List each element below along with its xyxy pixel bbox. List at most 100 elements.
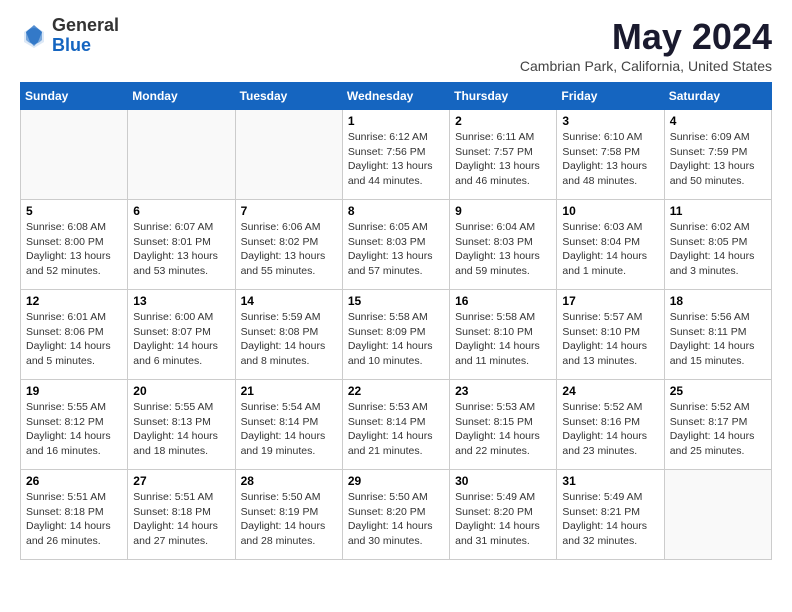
- day-number: 12: [26, 294, 122, 308]
- weekday-header: Wednesday: [342, 83, 449, 110]
- calendar-cell: 15Sunrise: 5:58 AM Sunset: 8:09 PM Dayli…: [342, 290, 449, 380]
- title-block: May 2024 Cambrian Park, California, Unit…: [520, 16, 772, 74]
- day-info: Sunrise: 6:09 AM Sunset: 7:59 PM Dayligh…: [670, 130, 766, 189]
- logo: General Blue: [20, 16, 119, 56]
- day-number: 16: [455, 294, 551, 308]
- day-info: Sunrise: 5:55 AM Sunset: 8:13 PM Dayligh…: [133, 400, 229, 459]
- day-number: 4: [670, 114, 766, 128]
- calendar-cell: 27Sunrise: 5:51 AM Sunset: 8:18 PM Dayli…: [128, 470, 235, 560]
- calendar-cell: 29 Sunrise: 5:50 AM Sunset: 8:20 PM Dayli…: [342, 470, 449, 560]
- calendar-week-row: 1Sunrise: 6:12 AM Sunset: 7:56 PM Daylig…: [21, 110, 772, 200]
- calendar-cell: 28Sunrise: 5:50 AM Sunset: 8:19 PM Dayli…: [235, 470, 342, 560]
- day-info: Sunrise: 5:56 AM Sunset: 8:11 PM Dayligh…: [670, 310, 766, 369]
- day-number: 9: [455, 204, 551, 218]
- calendar-week-row: 12 Sunrise: 6:01 AM Sunset: 8:06 PM Dayli…: [21, 290, 772, 380]
- day-number: 8: [348, 204, 444, 218]
- day-info: Sunrise: 6:03 AM Sunset: 8:04 PM Dayligh…: [562, 220, 658, 279]
- day-info: Sunrise: 5:52 AM Sunset: 8:16 PM Dayligh…: [562, 400, 658, 459]
- day-number: 24: [562, 384, 658, 398]
- calendar-cell: 16 Sunrise: 5:58 AM Sunset: 8:10 PM Dayli…: [450, 290, 557, 380]
- day-number: 14: [241, 294, 337, 308]
- calendar-week-row: 5Sunrise: 6:08 AM Sunset: 8:00 PM Daylig…: [21, 200, 772, 290]
- day-info: Sunrise: 5:52 AM Sunset: 8:17 PM Dayligh…: [670, 400, 766, 459]
- day-number: 23: [455, 384, 551, 398]
- day-number: 13: [133, 294, 229, 308]
- calendar-cell: 21Sunrise: 5:54 AM Sunset: 8:14 PM Dayli…: [235, 380, 342, 470]
- page-header: General Blue May 2024 Cambrian Park, Cal…: [20, 16, 772, 74]
- calendar-cell: 1Sunrise: 6:12 AM Sunset: 7:56 PM Daylig…: [342, 110, 449, 200]
- day-info: Sunrise: 5:55 AM Sunset: 8:12 PM Dayligh…: [26, 400, 122, 459]
- day-info: Sunrise: 5:50 AM Sunset: 8:20 PM Dayligh…: [348, 490, 444, 549]
- day-info: Sunrise: 5:51 AM Sunset: 8:18 PM Dayligh…: [26, 490, 122, 549]
- day-number: 10: [562, 204, 658, 218]
- calendar-cell: [664, 470, 771, 560]
- calendar-cell: 31 Sunrise: 5:49 AM Sunset: 8:21 PM Dayli…: [557, 470, 664, 560]
- day-info: Sunrise: 6:05 AM Sunset: 8:03 PM Dayligh…: [348, 220, 444, 279]
- day-info: Sunrise: 5:50 AM Sunset: 8:19 PM Dayligh…: [241, 490, 337, 549]
- calendar-cell: 18 Sunrise: 5:56 AM Sunset: 8:11 PM Dayli…: [664, 290, 771, 380]
- day-info: Sunrise: 5:53 AM Sunset: 8:14 PM Dayligh…: [348, 400, 444, 459]
- day-number: 20: [133, 384, 229, 398]
- day-info: Sunrise: 6:02 AM Sunset: 8:05 PM Dayligh…: [670, 220, 766, 279]
- calendar-week-row: 19 Sunrise: 5:55 AM Sunset: 8:12 PM Dayli…: [21, 380, 772, 470]
- calendar-cell: [128, 110, 235, 200]
- calendar-cell: 8 Sunrise: 6:05 AM Sunset: 8:03 PM Daylig…: [342, 200, 449, 290]
- day-number: 6: [133, 204, 229, 218]
- day-info: Sunrise: 5:54 AM Sunset: 8:14 PM Dayligh…: [241, 400, 337, 459]
- day-info: Sunrise: 6:11 AM Sunset: 7:57 PM Dayligh…: [455, 130, 551, 189]
- calendar-cell: 30 Sunrise: 5:49 AM Sunset: 8:20 PM Dayli…: [450, 470, 557, 560]
- day-info: Sunrise: 5:58 AM Sunset: 8:10 PM Dayligh…: [455, 310, 551, 369]
- day-info: Sunrise: 5:49 AM Sunset: 8:20 PM Dayligh…: [455, 490, 551, 549]
- calendar-week-row: 26 Sunrise: 5:51 AM Sunset: 8:18 PM Dayli…: [21, 470, 772, 560]
- day-number: 11: [670, 204, 766, 218]
- calendar-cell: 5Sunrise: 6:08 AM Sunset: 8:00 PM Daylig…: [21, 200, 128, 290]
- day-info: Sunrise: 6:00 AM Sunset: 8:07 PM Dayligh…: [133, 310, 229, 369]
- day-number: 5: [26, 204, 122, 218]
- day-number: 25: [670, 384, 766, 398]
- day-number: 2: [455, 114, 551, 128]
- day-number: 19: [26, 384, 122, 398]
- logo-general-text: General: [52, 15, 119, 35]
- calendar-cell: 2 Sunrise: 6:11 AM Sunset: 7:57 PM Daylig…: [450, 110, 557, 200]
- day-info: Sunrise: 6:12 AM Sunset: 7:56 PM Dayligh…: [348, 130, 444, 189]
- calendar-table: SundayMondayTuesdayWednesdayThursdayFrid…: [20, 82, 772, 560]
- day-info: Sunrise: 6:01 AM Sunset: 8:06 PM Dayligh…: [26, 310, 122, 369]
- calendar-cell: 22 Sunrise: 5:53 AM Sunset: 8:14 PM Dayli…: [342, 380, 449, 470]
- calendar-cell: 7 Sunrise: 6:06 AM Sunset: 8:02 PM Daylig…: [235, 200, 342, 290]
- day-number: 18: [670, 294, 766, 308]
- logo-icon: [20, 22, 48, 50]
- calendar-cell: 9 Sunrise: 6:04 AM Sunset: 8:03 PM Daylig…: [450, 200, 557, 290]
- day-info: Sunrise: 6:04 AM Sunset: 8:03 PM Dayligh…: [455, 220, 551, 279]
- calendar-cell: 23Sunrise: 5:53 AM Sunset: 8:15 PM Dayli…: [450, 380, 557, 470]
- weekday-header: Tuesday: [235, 83, 342, 110]
- day-info: Sunrise: 6:10 AM Sunset: 7:58 PM Dayligh…: [562, 130, 658, 189]
- calendar-cell: 20 Sunrise: 5:55 AM Sunset: 8:13 PM Dayli…: [128, 380, 235, 470]
- day-number: 31: [562, 474, 658, 488]
- logo-blue-text: Blue: [52, 35, 91, 55]
- month-title: May 2024: [520, 16, 772, 58]
- location-text: Cambrian Park, California, United States: [520, 58, 772, 74]
- day-info: Sunrise: 6:07 AM Sunset: 8:01 PM Dayligh…: [133, 220, 229, 279]
- calendar-cell: 12 Sunrise: 6:01 AM Sunset: 8:06 PM Dayli…: [21, 290, 128, 380]
- day-info: Sunrise: 5:59 AM Sunset: 8:08 PM Dayligh…: [241, 310, 337, 369]
- day-number: 3: [562, 114, 658, 128]
- day-number: 29: [348, 474, 444, 488]
- day-number: 26: [26, 474, 122, 488]
- day-info: Sunrise: 6:06 AM Sunset: 8:02 PM Dayligh…: [241, 220, 337, 279]
- day-number: 17: [562, 294, 658, 308]
- calendar-cell: 19 Sunrise: 5:55 AM Sunset: 8:12 PM Dayli…: [21, 380, 128, 470]
- day-number: 7: [241, 204, 337, 218]
- calendar-cell: [235, 110, 342, 200]
- calendar-header-row: SundayMondayTuesdayWednesdayThursdayFrid…: [21, 83, 772, 110]
- calendar-cell: 26 Sunrise: 5:51 AM Sunset: 8:18 PM Dayli…: [21, 470, 128, 560]
- calendar-cell: 4 Sunrise: 6:09 AM Sunset: 7:59 PM Daylig…: [664, 110, 771, 200]
- day-info: Sunrise: 5:57 AM Sunset: 8:10 PM Dayligh…: [562, 310, 658, 369]
- calendar-cell: 17 Sunrise: 5:57 AM Sunset: 8:10 PM Dayli…: [557, 290, 664, 380]
- day-number: 22: [348, 384, 444, 398]
- calendar-cell: 10 Sunrise: 6:03 AM Sunset: 8:04 PM Dayli…: [557, 200, 664, 290]
- day-info: Sunrise: 5:49 AM Sunset: 8:21 PM Dayligh…: [562, 490, 658, 549]
- weekday-header: Sunday: [21, 83, 128, 110]
- day-info: Sunrise: 5:58 AM Sunset: 8:09 PM Dayligh…: [348, 310, 444, 369]
- weekday-header: Thursday: [450, 83, 557, 110]
- day-number: 30: [455, 474, 551, 488]
